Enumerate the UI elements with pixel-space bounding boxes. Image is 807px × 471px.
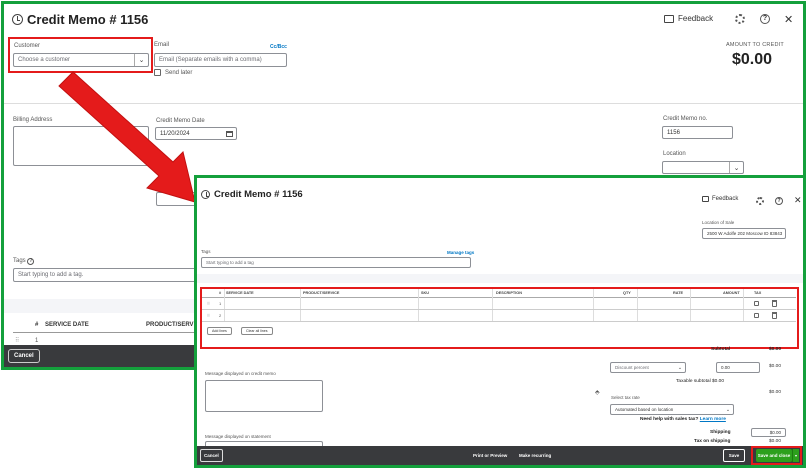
discount-type-select[interactable]: Discount percent ⌄: [610, 362, 686, 373]
amount-to-credit-label: AMOUNT TO CREDIT: [726, 42, 784, 48]
partial-input[interactable]: [156, 192, 196, 206]
credit-memo-no-label: Credit Memo no.: [663, 116, 708, 122]
help-button[interactable]: ?: [760, 14, 770, 24]
discount-input-value: 0.00: [721, 365, 730, 370]
gear-icon: [756, 197, 764, 205]
shipping-input[interactable]: $0.00: [751, 428, 786, 437]
cancel-button[interactable]: Cancel: [8, 349, 40, 363]
close-icon[interactable]: ✕: [784, 13, 793, 26]
discount-value: $0.00: [769, 364, 782, 369]
drag-handle-icon[interactable]: ⠿: [15, 337, 19, 344]
settings-button[interactable]: [735, 14, 745, 24]
email-input[interactable]: Email (Separate emails with a comma): [154, 53, 287, 67]
feedback-icon: [664, 14, 674, 23]
save-highlight: [751, 446, 802, 465]
message-label: Message displayed on credit memo: [205, 371, 276, 376]
tags-input[interactable]: Start typing to add a tag.: [13, 268, 198, 282]
column-header-service-date: SERVICE DATE: [45, 322, 89, 328]
subtotal-value: $0.00: [769, 347, 782, 352]
message-textarea[interactable]: [205, 380, 323, 412]
shipping-label: Shipping: [710, 430, 731, 435]
tax-info-icon[interactable]: ⬘: [595, 389, 600, 396]
location-of-sale-value: 2500 W Adolfe 202 Moscow ID 83843: [707, 231, 783, 236]
tax-on-shipping-value: $0.00: [769, 439, 782, 444]
feedback-button[interactable]: Feedback: [664, 14, 713, 23]
amount-to-credit-value: $0.00: [732, 51, 773, 68]
history-icon[interactable]: [201, 190, 210, 199]
table-highlight: [200, 287, 799, 349]
send-later-label: Send later: [165, 69, 193, 76]
feedback-label: Feedback: [678, 14, 714, 23]
email-label: Email: [154, 42, 170, 48]
settings-button[interactable]: [756, 197, 764, 205]
select-tax-rate-label: Select tax rate: [611, 395, 640, 400]
statement-message-label: Message displayed on statement: [205, 434, 271, 439]
learn-more-link[interactable]: Learn more: [700, 417, 726, 422]
page-header: Credit Memo # 1156: [201, 189, 303, 200]
feedback-icon: [702, 196, 709, 202]
cc-bcc-link[interactable]: Cc/Bcc: [270, 44, 287, 50]
page-header: Credit Memo # 1156: [12, 12, 148, 27]
help-icon: ?: [775, 197, 783, 205]
gear-icon: [735, 14, 745, 24]
billing-address-textarea[interactable]: [13, 126, 149, 166]
calendar-icon: [226, 131, 233, 137]
page-title: Credit Memo # 1156: [214, 189, 303, 200]
page-title: Credit Memo # 1156: [27, 12, 149, 27]
credit-memo-date-input[interactable]: 11/20/2024: [155, 127, 237, 140]
feedback-label: Feedback: [712, 196, 739, 202]
tags-input[interactable]: Start typing to add a tag: [201, 257, 471, 268]
save-button[interactable]: Save: [723, 449, 745, 462]
close-icon[interactable]: ✕: [794, 195, 802, 206]
credit-memo-date-label: Credit Memo Date: [156, 118, 205, 124]
tax-value: $0.00: [769, 390, 782, 395]
location-select[interactable]: ⌄: [662, 161, 744, 174]
help-icon: ?: [760, 14, 770, 24]
cancel-button[interactable]: Cancel: [200, 449, 223, 462]
date-value: 11/20/2024: [160, 130, 190, 137]
tags-placeholder: Start typing to add a tag.: [18, 272, 84, 278]
billing-address-label: Billing Address: [13, 117, 53, 123]
history-icon[interactable]: [12, 14, 23, 25]
make-recurring-button[interactable]: Make recurring: [519, 453, 551, 458]
tags-label: Tags ?: [13, 258, 35, 265]
memo-no-value: 1156: [667, 129, 680, 136]
tax-on-shipping-label: Tax on shipping: [694, 439, 731, 444]
taxable-subtotal: Taxable subtotal $0.00: [676, 379, 725, 384]
subtotal-label: Subtotal: [711, 347, 731, 352]
chevron-down-icon: ⌄: [677, 364, 683, 371]
discount-type-value: Discount percent: [615, 365, 649, 370]
divider: [4, 103, 803, 104]
send-later-checkbox[interactable]: Send later: [154, 69, 192, 76]
chevron-down-icon: ⌄: [729, 162, 743, 173]
feedback-button[interactable]: Feedback: [702, 196, 738, 202]
shipping-input-value: $0.00: [769, 430, 781, 435]
location-of-sale-input[interactable]: 2500 W Adolfe 202 Moscow ID 83843: [702, 228, 786, 239]
help-icon: ?: [27, 258, 35, 265]
email-placeholder: Email (Separate emails with a comma): [159, 57, 262, 63]
section-gap: [197, 274, 803, 283]
tags-placeholder: Start typing to add a tag: [206, 260, 254, 265]
credit-memo-no-input[interactable]: 1156: [662, 126, 733, 139]
tags-label: Tags: [201, 249, 211, 254]
discount-input[interactable]: 0.00: [716, 362, 760, 373]
location-of-sale-label: Location of Sale: [702, 220, 735, 225]
tax-rate-select[interactable]: Automated based on location ⌄: [610, 404, 734, 415]
location-label: Location: [663, 151, 686, 157]
credit-memo-form-foreground: Credit Memo # 1156 Feedback ? ✕ Location…: [194, 175, 806, 468]
print-or-preview-button[interactable]: Print or Preview: [473, 453, 507, 458]
footer-bar: Cancel Print or Preview Make recurring S…: [197, 446, 803, 465]
sales-tax-help-text: Need help with sales tax? Learn more: [640, 417, 726, 422]
column-header-num: #: [35, 322, 39, 328]
customer-highlight: [8, 37, 153, 73]
row-number: 1: [35, 338, 39, 344]
manage-tags-link[interactable]: Manage tags: [447, 250, 474, 255]
tax-rate-value: Automated based on location: [615, 407, 674, 412]
chevron-down-icon: ⌄: [725, 406, 731, 413]
checkbox-icon: [154, 69, 161, 76]
table-header-line: [13, 332, 198, 333]
help-button[interactable]: ?: [775, 197, 783, 205]
